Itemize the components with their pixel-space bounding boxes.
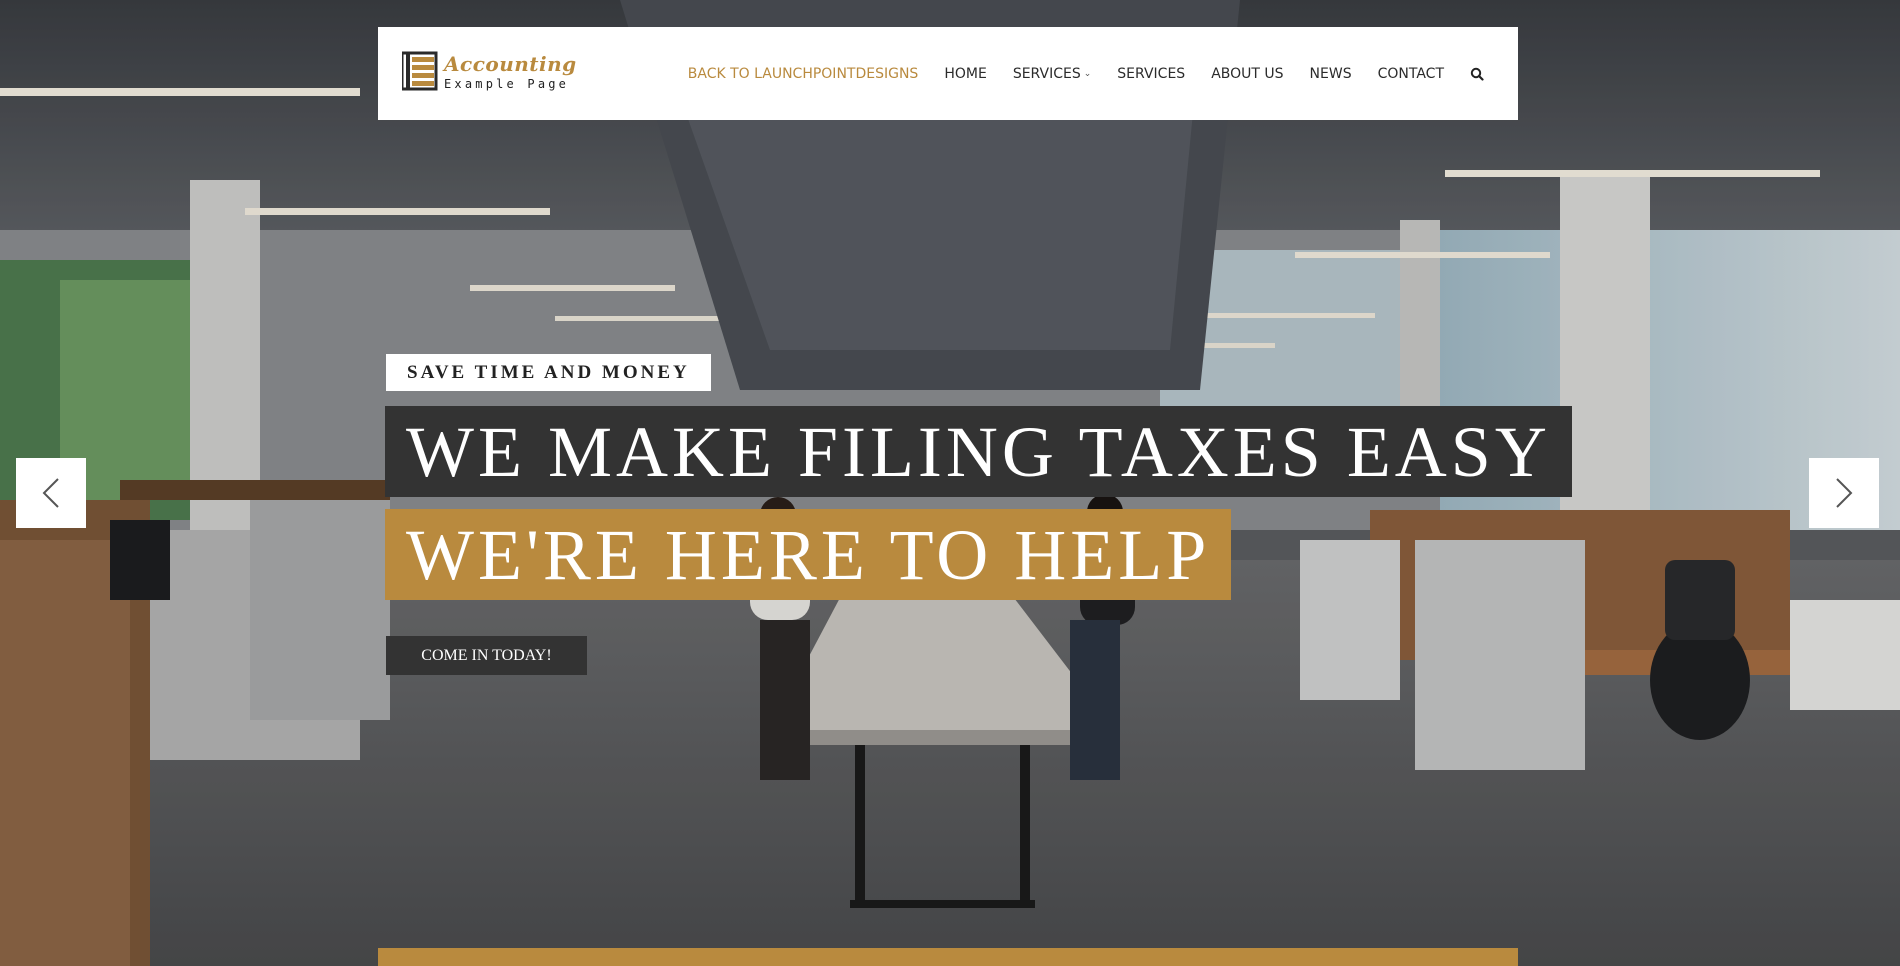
nav-about-us[interactable]: ABOUT US [1211,66,1283,82]
nav-services[interactable]: SERVICES [1117,66,1185,82]
hero-slider: Accounting Example Page BACK TO LAUNCHPO… [0,0,1900,966]
come-in-today-button[interactable]: COME IN TODAY! [386,636,587,675]
nav-contact[interactable]: CONTACT [1378,66,1444,82]
nav-label: SERVICES [1117,65,1186,82]
nav-label: ABOUT US [1211,65,1284,82]
nav-label: HOME [944,65,987,82]
nav-label: BACK TO LAUNCHPOINTDESIGNS [687,65,919,82]
main-nav: BACK TO LAUNCHPOINTDESIGNS HOME SERVICES… [662,27,1484,120]
ledger-logo-icon [402,51,438,91]
nav-services-dropdown[interactable]: SERVICES ⌄ [1013,66,1091,82]
slider-next-button[interactable] [1809,458,1879,528]
slider-prev-button[interactable] [16,458,86,528]
hero-headline-primary: WE MAKE FILING TAXES EASY [385,406,1572,497]
chevron-down-icon: ⌄ [1083,68,1092,79]
nav-home[interactable]: HOME [944,66,986,82]
hero-headline-secondary: WE'RE HERE TO HELP [385,509,1232,600]
content-top-bar [378,948,1518,966]
nav-news[interactable]: NEWS [1310,66,1352,82]
nav-back-to-launchpointdesigns[interactable]: BACK TO LAUNCHPOINTDESIGNS [688,66,919,82]
nav-label: SERVICES [1012,65,1081,82]
site-header: Accounting Example Page BACK TO LAUNCHPO… [378,27,1518,120]
chevron-left-icon [42,478,59,508]
logo-subtitle: Example Page [444,77,570,91]
nav-label: CONTACT [1377,65,1444,82]
search-icon[interactable] [1470,67,1484,81]
logo[interactable]: Accounting Example Page [402,51,582,97]
hero-kicker: SAVE TIME AND MONEY [386,354,711,391]
chevron-right-icon [1836,478,1853,508]
nav-label: NEWS [1309,65,1352,82]
logo-title: Accounting [444,52,577,76]
